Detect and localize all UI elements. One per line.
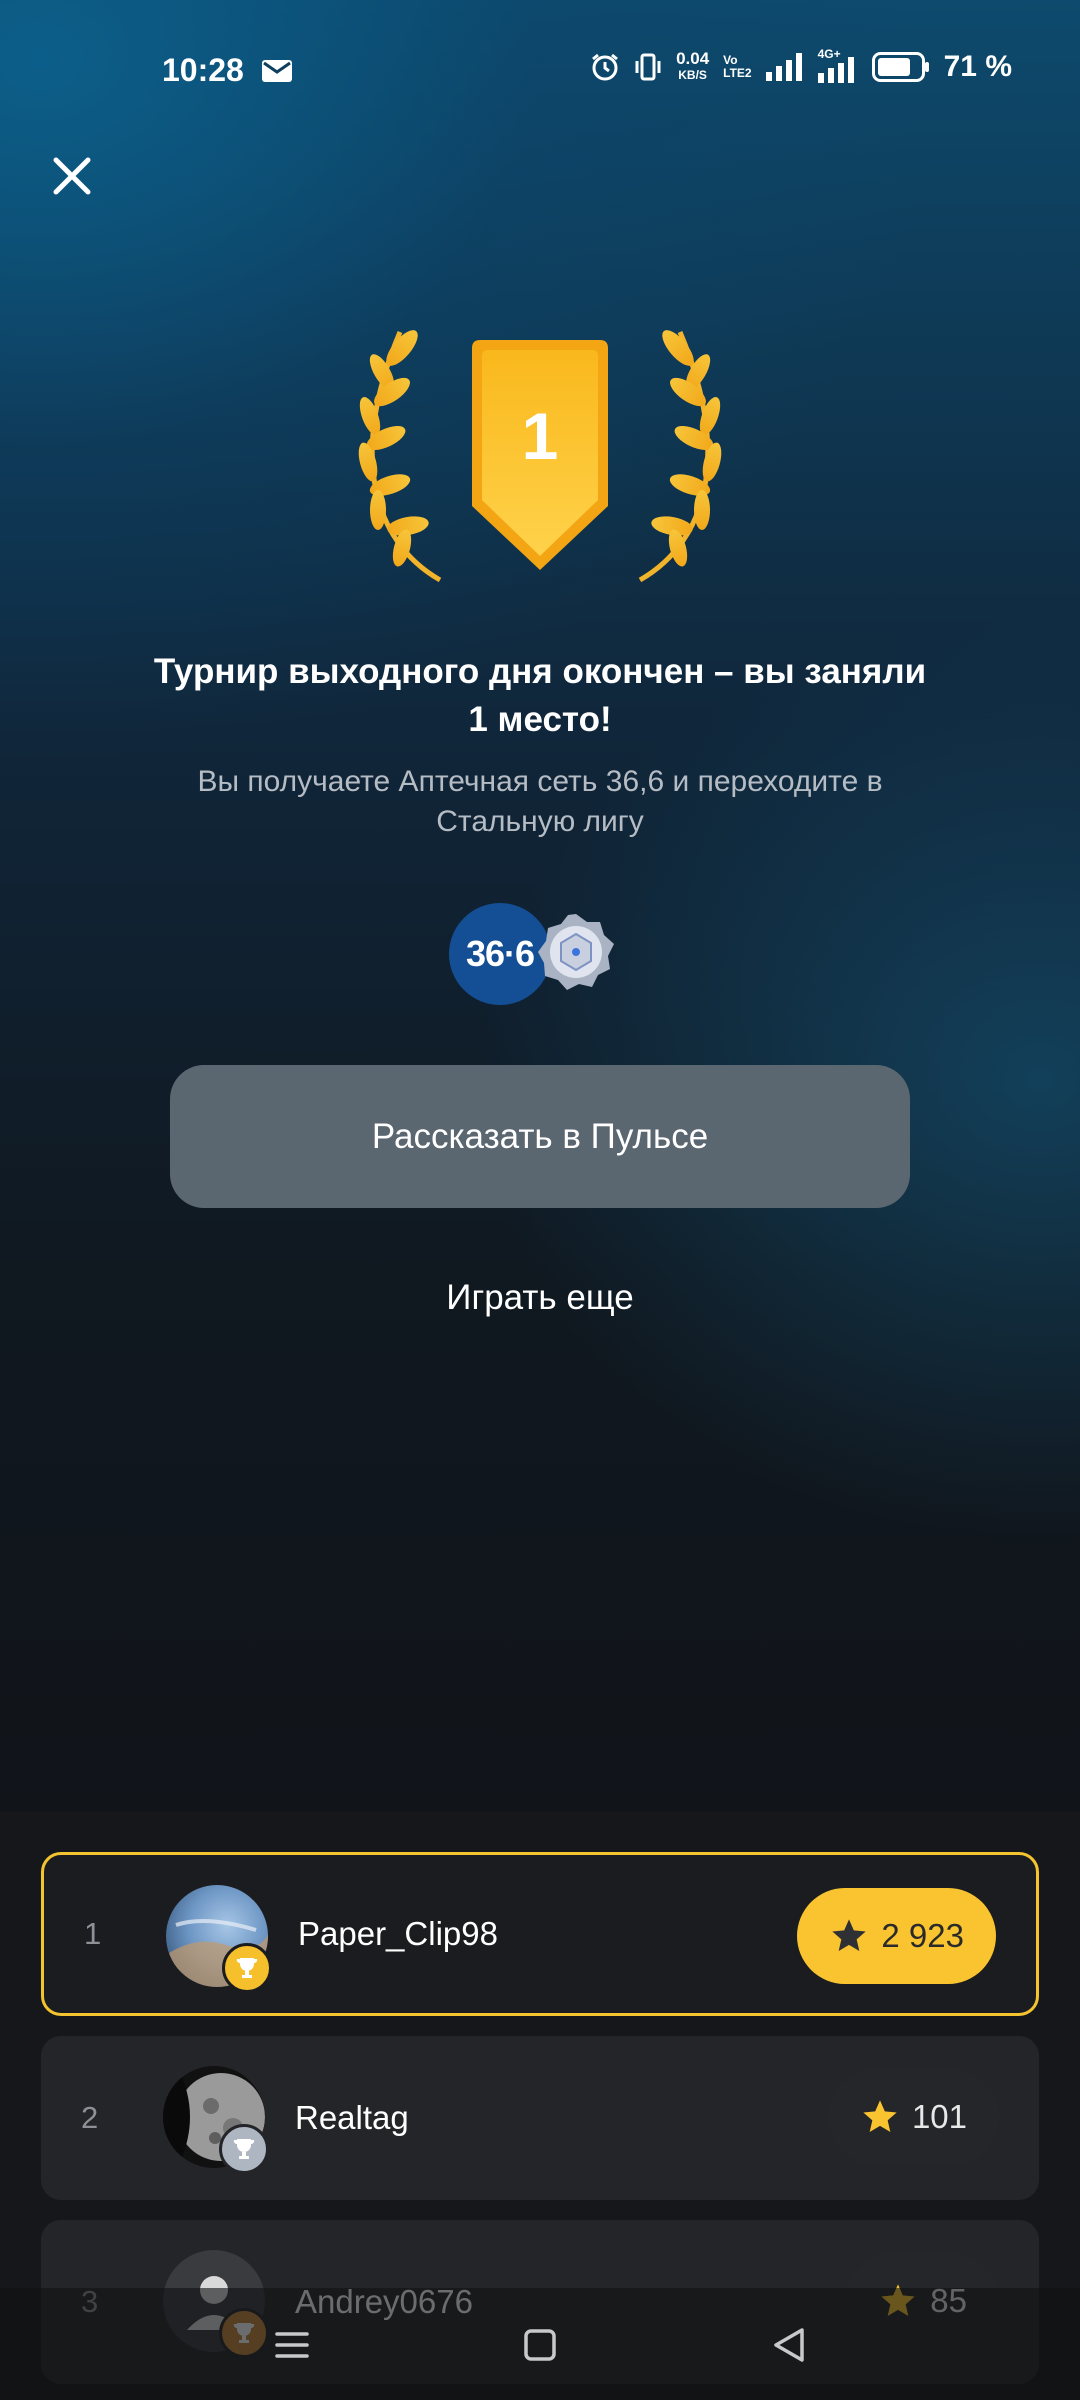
score-value: 2 923	[881, 1917, 964, 1954]
trophy-icon	[222, 1943, 272, 1993]
battery-icon	[871, 52, 929, 82]
league-steel-icon	[538, 914, 614, 990]
play-again-button[interactable]: Играть еще	[340, 1278, 740, 1318]
laurel-left-icon	[358, 330, 442, 583]
home-icon[interactable]	[513, 2318, 567, 2372]
volte-indicator: Vo LTE2	[723, 54, 751, 80]
screen: 10:28 0.04 KB/S Vo LTE2 4G+ 71 % 1 Турни…	[0, 0, 1080, 2400]
star-icon	[832, 1919, 867, 1951]
score-badge: 2 923	[797, 1888, 996, 1984]
net-speed: 0.04 KB/S	[676, 49, 710, 83]
system-nav-bar	[0, 2288, 1080, 2400]
volte-bottom: LTE2	[723, 66, 752, 80]
net-speed-value: 0.04	[676, 49, 710, 68]
net-speed-unit: KB/S	[678, 68, 707, 82]
background-glow	[0, 0, 1080, 1820]
row-name: Realtag	[295, 2099, 409, 2136]
leaderboard-row[interactable]: 2 Realtag 101	[41, 2036, 1039, 2200]
result-title: Турнир выходного дня окончен – вы заняли…	[153, 652, 927, 739]
leaderboard-row[interactable]: 1 Paper_Clip98 2 923	[41, 1852, 1039, 2016]
score-badge: 101	[827, 2069, 999, 2165]
alarm-icon	[592, 53, 618, 81]
close-icon[interactable]	[44, 148, 100, 204]
status-time: 10:28	[162, 52, 244, 88]
trophy-icon	[219, 2124, 269, 2174]
signal-4g-icon: 4G+	[817, 47, 858, 83]
row-rank: 1	[84, 1916, 102, 1951]
result-subtitle: Вы получаете Аптечная сеть 36,6 и перехо…	[197, 765, 883, 838]
status-bar: 10:28 0.04 KB/S Vo LTE2 4G+ 71 %	[0, 0, 1080, 140]
mail-icon	[262, 60, 292, 82]
star-icon	[863, 2100, 897, 2132]
row-name: Paper_Clip98	[298, 1915, 498, 1952]
place-number: 1	[521, 399, 559, 473]
battery-percent: 71 %	[943, 50, 1012, 83]
row-rank: 2	[81, 2100, 99, 2135]
share-pulse-button[interactable]: Рассказать в Пульсе	[170, 1065, 910, 1208]
laurel-right-icon	[638, 330, 722, 583]
status-icons: 0.04 KB/S Vo LTE2 4G+ 71 %	[590, 47, 1012, 84]
menu-icon[interactable]	[265, 2318, 319, 2372]
score-value: 101	[911, 2098, 967, 2135]
back-icon[interactable]	[762, 2318, 816, 2372]
signal-icon	[765, 53, 802, 81]
vibrate-icon	[635, 53, 661, 81]
